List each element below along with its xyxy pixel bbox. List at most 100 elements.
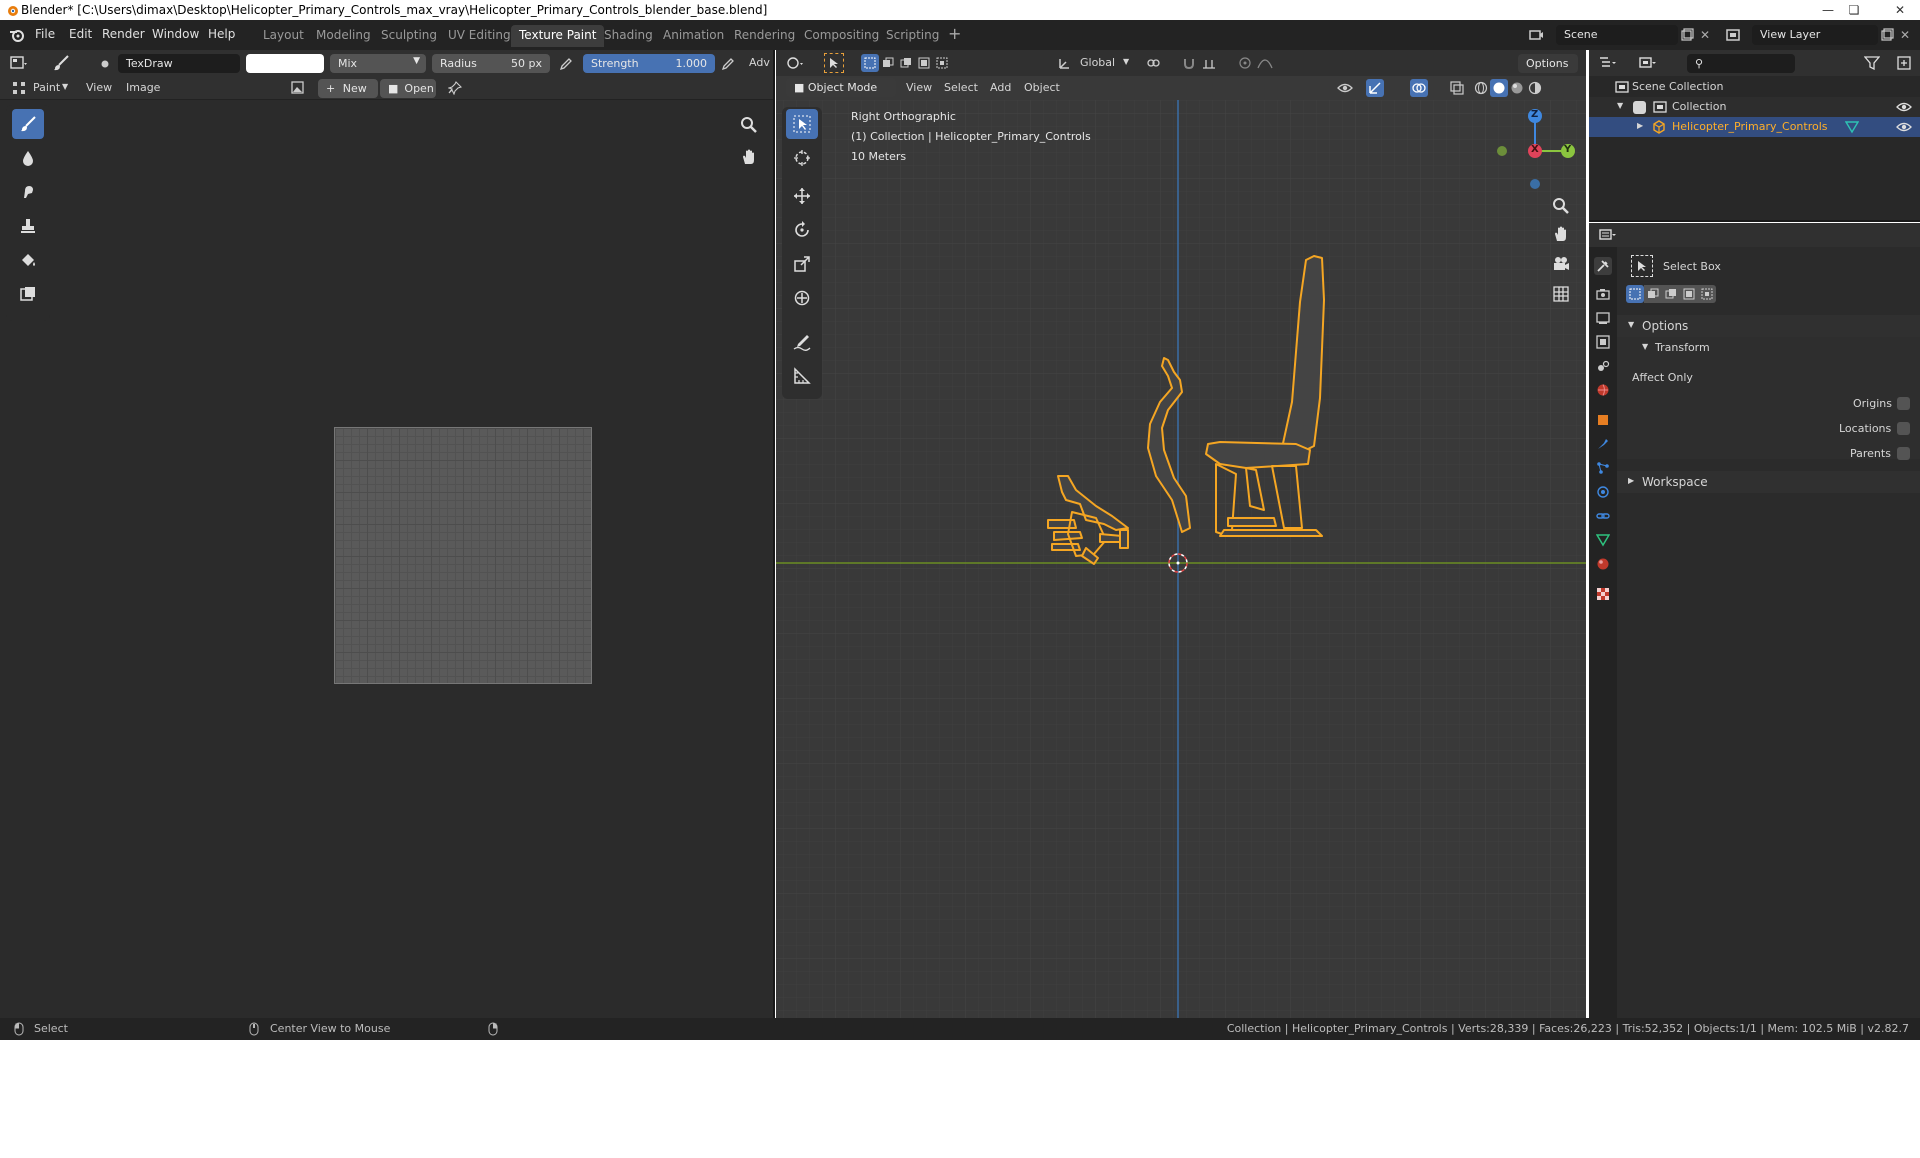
measure-tool[interactable] <box>786 361 818 391</box>
annotate-tool[interactable] <box>786 327 818 357</box>
eye-icon[interactable] <box>1895 118 1913 136</box>
display-mode-icon[interactable] <box>1639 54 1657 72</box>
pan-hand-icon[interactable] <box>1550 223 1572 245</box>
origins-checkbox[interactable] <box>1897 397 1910 410</box>
rotate-tool[interactable] <box>786 215 818 245</box>
draw-tool[interactable] <box>12 109 44 139</box>
radius-pressure-icon[interactable] <box>556 55 574 73</box>
new-scene-icon[interactable] <box>1678 26 1696 44</box>
object-mode-select[interactable]: ■ Object Mode <box>786 78 896 97</box>
brush-datablock-icon[interactable] <box>96 55 114 73</box>
gizmo-toggle-icon[interactable] <box>1366 79 1384 97</box>
menu-window[interactable]: Window <box>152 27 199 41</box>
overlays-toggle-icon[interactable] <box>1410 79 1428 97</box>
advanced-menu[interactable]: Adv <box>749 56 770 69</box>
object-tab-icon[interactable] <box>1594 411 1612 429</box>
editor-type-icon[interactable] <box>1599 54 1617 72</box>
select-box-tool-icon[interactable] <box>824 53 844 73</box>
material-tab-icon[interactable] <box>1594 555 1612 573</box>
maximize-button[interactable]: ❏ <box>1841 0 1867 20</box>
tab-texture-paint[interactable]: Texture Paint <box>511 25 605 47</box>
viewport-select-menu[interactable]: Select <box>944 81 978 94</box>
outliner-search-input[interactable]: ⚲ <box>1687 54 1795 73</box>
editor-type-icon[interactable] <box>786 54 804 72</box>
tab-shading[interactable]: Shading <box>596 25 661 47</box>
menu-render[interactable]: Render <box>102 27 145 41</box>
viewport-add-menu[interactable]: Add <box>990 81 1011 94</box>
texture-tab-icon[interactable] <box>1594 585 1612 603</box>
strength-slider[interactable]: Strength 1.000 <box>583 54 715 73</box>
collection-exclude-checkbox[interactable] <box>1633 101 1646 114</box>
render-tab-icon[interactable] <box>1594 285 1612 303</box>
pin-icon[interactable] <box>446 79 464 97</box>
select-mode-new-icon[interactable] <box>1626 285 1644 303</box>
pivot-point-icon[interactable] <box>1144 54 1162 72</box>
strength-pressure-icon[interactable] <box>718 55 736 73</box>
view-layer-selector[interactable]: View Layer <box>1752 25 1878 45</box>
brush-color-swatch[interactable] <box>246 54 324 73</box>
blend-mode-select[interactable]: Mix ▼ <box>330 54 426 73</box>
tab-scripting[interactable]: Scripting <box>878 25 947 47</box>
menu-file[interactable]: File <box>35 27 55 41</box>
radius-slider[interactable]: Radius 50 px <box>432 54 550 73</box>
tab-rendering[interactable]: Rendering <box>726 25 803 47</box>
camera-view-icon[interactable] <box>1550 253 1572 275</box>
image-editor-view-menu[interactable]: View <box>86 81 112 94</box>
xray-toggle-icon[interactable] <box>1448 79 1466 97</box>
new-view-layer-icon[interactable] <box>1878 26 1896 44</box>
image-browse-icon[interactable] <box>290 79 308 97</box>
viewport-object-menu[interactable]: Object <box>1024 81 1060 94</box>
paint-mode-select[interactable]: Paint <box>33 81 60 94</box>
solid-shading-icon[interactable] <box>1490 79 1508 97</box>
clone-tool[interactable] <box>12 211 44 241</box>
outliner-row-collection[interactable]: ▼ Collection <box>1589 97 1920 117</box>
select-mode-invert-icon[interactable] <box>1680 285 1698 303</box>
menu-edit[interactable]: Edit <box>69 27 92 41</box>
object-data-tab-icon[interactable] <box>1594 531 1612 549</box>
brush-name-field[interactable]: TexDraw <box>118 54 240 73</box>
expand-arrow-icon[interactable]: ▶ <box>1637 121 1643 130</box>
editor-type-icon[interactable] <box>10 54 28 72</box>
pan-hand-icon[interactable] <box>738 146 760 168</box>
new-image-button[interactable]: + New <box>318 79 378 98</box>
wireframe-shading-icon[interactable] <box>1472 79 1490 97</box>
fill-tool[interactable] <box>12 245 44 275</box>
soften-tool[interactable] <box>12 143 44 173</box>
options-panel-header[interactable]: ▼ Options <box>1617 315 1920 337</box>
expand-arrow-icon[interactable]: ▼ <box>1617 101 1623 110</box>
smear-tool[interactable] <box>12 177 44 207</box>
rendered-shading-icon[interactable] <box>1526 79 1544 97</box>
select-mode-intersect-icon[interactable] <box>933 54 951 72</box>
constraints-tab-icon[interactable] <box>1594 507 1612 525</box>
3d-viewport[interactable]: Z Y X Global ▼ Options ■ Object Mode Vie… <box>776 50 1586 1018</box>
transform-orientation-select[interactable]: Global <box>1080 56 1115 69</box>
material-shading-icon[interactable] <box>1508 79 1526 97</box>
delete-scene-icon[interactable]: ✕ <box>1696 26 1714 44</box>
minimize-button[interactable]: — <box>1815 0 1841 20</box>
viewport-view-menu[interactable]: View <box>906 81 932 94</box>
proportional-edit-icon[interactable] <box>1236 54 1254 72</box>
editor-type-icon[interactable] <box>1599 226 1617 244</box>
blender-menu-icon[interactable] <box>8 26 26 44</box>
particles-tab-icon[interactable] <box>1594 459 1612 477</box>
select-mode-intersect-icon[interactable] <box>1698 285 1716 303</box>
tab-layout[interactable]: Layout <box>255 25 312 47</box>
physics-tab-icon[interactable] <box>1594 483 1612 501</box>
outliner-row-object[interactable]: ▶ Helicopter_Primary_Controls <box>1589 117 1920 137</box>
tab-sculpting[interactable]: Sculpting <box>373 25 445 47</box>
modifiers-tab-icon[interactable] <box>1594 435 1612 453</box>
select-mode-extend-icon[interactable] <box>1644 285 1662 303</box>
close-button[interactable]: ✕ <box>1880 0 1920 20</box>
parents-checkbox[interactable] <box>1897 447 1910 460</box>
tab-modeling[interactable]: Modeling <box>308 25 379 47</box>
world-tab-icon[interactable] <box>1594 381 1612 399</box>
transform-tool[interactable] <box>786 283 818 313</box>
cursor-tool[interactable] <box>786 143 818 173</box>
scene-icon[interactable] <box>1527 26 1545 44</box>
scene-tab-icon[interactable] <box>1594 357 1612 375</box>
select-mode-subtract-icon[interactable] <box>897 54 915 72</box>
mask-tool[interactable] <box>12 279 44 309</box>
paint-mode-icon[interactable] <box>10 79 28 97</box>
zoom-icon[interactable] <box>1550 195 1572 217</box>
select-mode-new-icon[interactable] <box>861 54 879 72</box>
